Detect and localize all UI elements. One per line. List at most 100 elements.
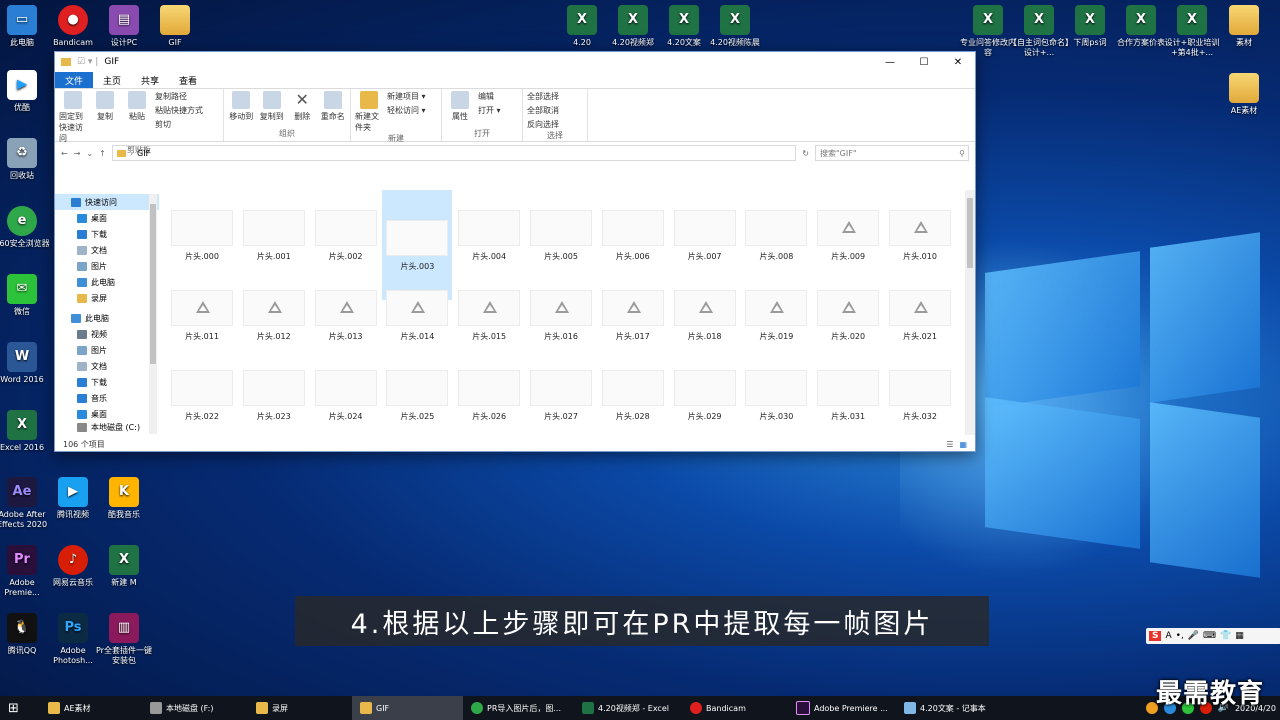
open-button[interactable]: 打开 ▾ bbox=[478, 105, 501, 116]
nav-item-videos[interactable]: 视频 bbox=[55, 326, 159, 342]
file-thumbnail[interactable]: 片头.014 bbox=[382, 290, 452, 342]
nav-item-recordings[interactable]: 录屏 bbox=[55, 290, 159, 306]
close-button[interactable]: ✕ bbox=[941, 57, 975, 68]
quick-access-toolbar-icon[interactable]: ☑ ▾ | bbox=[77, 57, 98, 67]
file-thumbnail[interactable]: 片头.002 bbox=[311, 210, 381, 262]
copy-path-button[interactable]: 复制路径 bbox=[155, 91, 203, 102]
address-bar[interactable]: › GIF bbox=[111, 145, 797, 161]
ime-toolbar[interactable]: S A •, 🎤 ⌨ 👕 ▦ bbox=[1146, 628, 1280, 644]
copy-button[interactable]: 复制 bbox=[91, 91, 119, 144]
desktop-icon-wechat[interactable]: ✉ 微信 bbox=[0, 274, 52, 317]
taskbar-item-recordings[interactable]: 录屏 bbox=[248, 696, 352, 720]
desktop-icon-youku[interactable]: ▶ 优酷 bbox=[0, 70, 52, 113]
nav-item-local-disk-c[interactable]: 本地磁盘 (C:) bbox=[55, 422, 159, 432]
file-thumbnail[interactable]: 片头.017 bbox=[598, 290, 668, 342]
desktop-icon-gif[interactable]: GIF bbox=[145, 5, 205, 48]
file-thumbnail[interactable]: 片头.030 bbox=[741, 370, 811, 422]
nav-quick-access[interactable]: 快速访问 bbox=[55, 194, 159, 210]
pin-quick-access-button[interactable]: 固定到快速访问 bbox=[59, 91, 87, 144]
desktop-icon-right-7[interactable]: AE素材 bbox=[1214, 73, 1274, 116]
nav-scrollbar[interactable] bbox=[149, 194, 157, 434]
file-thumbnail[interactable]: 片头.001 bbox=[239, 210, 309, 262]
back-icon[interactable]: ← bbox=[61, 149, 68, 158]
taskbar-item-premiere[interactable]: Adobe Premiere ... bbox=[788, 696, 896, 720]
desktop-icon-excel[interactable]: X Excel 2016 bbox=[0, 410, 52, 453]
refresh-icon[interactable]: ↻ bbox=[802, 149, 809, 158]
file-thumbnail[interactable]: 片头.009 bbox=[813, 210, 883, 262]
nav-item-downloads[interactable]: 下载 bbox=[55, 226, 159, 242]
invert-selection-button[interactable]: 反向选择 bbox=[527, 119, 583, 130]
file-thumbnail[interactable]: 片头.004 bbox=[454, 210, 524, 262]
desktop-icon-right-6[interactable]: 素材 bbox=[1214, 5, 1274, 48]
file-thumbnail[interactable]: 片头.028 bbox=[598, 370, 668, 422]
file-thumbnail[interactable]: 片头.019 bbox=[741, 290, 811, 342]
scrollbar-thumb[interactable] bbox=[967, 198, 973, 268]
select-none-button[interactable]: 全部取消 bbox=[527, 105, 583, 116]
desktop-icon-top-excel-4[interactable]: X 4.20视频陈晨 bbox=[705, 5, 765, 48]
nav-item-documents[interactable]: 文档 bbox=[55, 242, 159, 258]
content-scrollbar[interactable] bbox=[965, 190, 975, 435]
desktop-icon-word[interactable]: W Word 2016 bbox=[0, 342, 52, 385]
desktop-icon-kuwo[interactable]: K 酷我音乐 bbox=[94, 477, 154, 520]
large-icons-view-icon[interactable]: ▦ bbox=[959, 440, 967, 449]
file-thumbnail[interactable]: 片头.015 bbox=[454, 290, 524, 342]
desktop-icon-new-excel[interactable]: X 新建 M bbox=[94, 545, 154, 588]
tab-file[interactable]: 文件 bbox=[55, 72, 94, 88]
file-thumbnail[interactable]: 片头.018 bbox=[670, 290, 740, 342]
file-thumbnail[interactable]: 片头.012 bbox=[239, 290, 309, 342]
desktop-icon-right-5[interactable]: X 设计+职业培训+第4批+... bbox=[1162, 5, 1222, 58]
rename-button[interactable]: 重命名 bbox=[320, 91, 347, 122]
file-thumbnail[interactable]: 片头.008 bbox=[741, 210, 811, 262]
file-thumbnail[interactable]: 片头.011 bbox=[167, 290, 237, 342]
file-thumbnail[interactable]: 片头.016 bbox=[526, 290, 596, 342]
file-thumbnail[interactable]: 片头.025 bbox=[382, 370, 452, 422]
taskbar-item-browser[interactable]: PR导入图片后，图... bbox=[463, 696, 574, 720]
file-thumbnail[interactable]: 片头.003 bbox=[382, 190, 453, 300]
file-thumbnail[interactable]: 片头.029 bbox=[670, 370, 740, 422]
forward-icon[interactable]: → bbox=[74, 149, 81, 158]
properties-button[interactable]: 属性 bbox=[446, 91, 474, 122]
file-thumbnail[interactable]: 片头.023 bbox=[239, 370, 309, 422]
taskbar-item-notepad[interactable]: 4.20文案 - 记事本 bbox=[896, 696, 1004, 720]
taskbar-item-local-disk-f[interactable]: 本地磁盘 (F:) bbox=[142, 696, 248, 720]
nav-item-pc-documents[interactable]: 文档 bbox=[55, 358, 159, 374]
up-icon[interactable]: ↑ bbox=[99, 149, 106, 158]
file-thumbnail[interactable]: 片头.026 bbox=[454, 370, 524, 422]
details-view-icon[interactable]: ☰ bbox=[946, 440, 953, 449]
nav-item-pc-desktop[interactable]: 桌面 bbox=[55, 406, 159, 422]
paste-shortcut-button[interactable]: 粘贴快捷方式 bbox=[155, 105, 203, 116]
move-to-button[interactable]: 移动到 bbox=[228, 91, 255, 122]
chevron-down-icon[interactable]: ⌄ bbox=[86, 149, 93, 158]
delete-button[interactable]: ✕ 删除 bbox=[289, 91, 316, 122]
file-thumbnail[interactable]: 片头.022 bbox=[167, 370, 237, 422]
file-thumbnail[interactable]: 片头.000 bbox=[167, 210, 237, 262]
taskbar-item-ae-assets[interactable]: AE素材 bbox=[40, 696, 142, 720]
nav-item-pc-pictures[interactable]: 图片 bbox=[55, 342, 159, 358]
file-thumbnail[interactable]: 片头.006 bbox=[598, 210, 668, 262]
nav-this-pc[interactable]: 此电脑 bbox=[55, 310, 159, 326]
desktop-icon-pr-plugins[interactable]: ▥ Pr全套插件一键安装包 bbox=[94, 613, 154, 666]
file-thumbnail[interactable]: 片头.020 bbox=[813, 290, 883, 342]
nav-item-pictures[interactable]: 图片 bbox=[55, 258, 159, 274]
copy-to-button[interactable]: 复制到 bbox=[259, 91, 286, 122]
tab-home[interactable]: 主页 bbox=[93, 72, 131, 88]
nav-item-this-pc[interactable]: 此电脑 bbox=[55, 274, 159, 290]
file-thumbnail[interactable]: 片头.005 bbox=[526, 210, 596, 262]
taskbar-item-excel[interactable]: 4.20视频郑 - Excel bbox=[574, 696, 682, 720]
tab-view[interactable]: 查看 bbox=[169, 72, 207, 88]
minimize-button[interactable]: — bbox=[873, 57, 907, 68]
file-thumbnail[interactable]: 片头.032 bbox=[885, 370, 955, 422]
new-folder-button[interactable]: 新建文件夹 bbox=[355, 91, 383, 133]
file-thumbnail[interactable]: 片头.021 bbox=[885, 290, 955, 342]
desktop-icon-360-browser[interactable]: e360安全浏览器 bbox=[0, 206, 52, 249]
nav-item-desktop[interactable]: 桌面 bbox=[55, 210, 159, 226]
file-thumbnail[interactable]: 片头.013 bbox=[311, 290, 381, 342]
paste-button[interactable]: 粘贴 bbox=[123, 91, 151, 144]
desktop-icon-recycle-bin[interactable]: ♻ 回收站 bbox=[0, 138, 52, 181]
file-thumbnail[interactable]: 片头.007 bbox=[670, 210, 740, 262]
file-thumbnail[interactable]: 片头.010 bbox=[885, 210, 955, 262]
file-thumbnail[interactable]: 片头.027 bbox=[526, 370, 596, 422]
nav-item-pc-downloads[interactable]: 下载 bbox=[55, 374, 159, 390]
maximize-button[interactable]: ☐ bbox=[907, 57, 941, 68]
edit-button[interactable]: 编辑 bbox=[478, 91, 501, 102]
